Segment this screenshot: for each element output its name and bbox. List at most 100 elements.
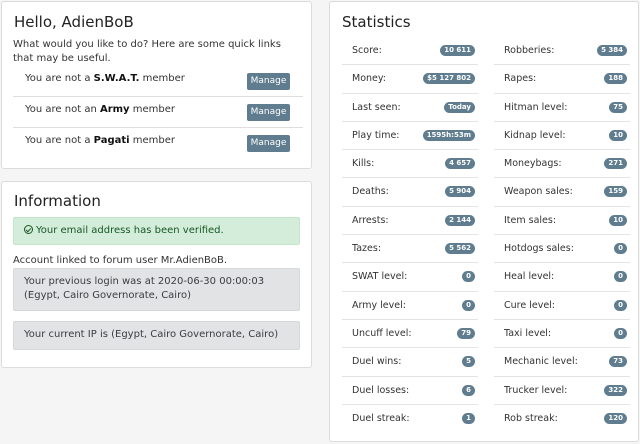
stat-value-badge: 0 [462,299,475,311]
stat-row: Rapes: 188 [494,65,630,94]
stat-row: Kidnap level: 10 [494,122,630,151]
stat-value-badge: 0 [614,243,627,255]
stat-label: Duel wins: [352,356,402,368]
stat-value-badge: 5 562 [445,243,475,255]
stat-row: Mechanic level: 73 [494,348,630,377]
stat-value-badge: 75 [609,101,627,113]
statistics-left-column: Score: 10 611 Money: $5 127 802 Last seen: To… [342,37,478,433]
stat-row: Play time: 1595h:53m [342,122,478,151]
stat-label: Trucker level: [504,384,568,396]
statistics-right-column: Robberies: 5 384 Rapes: 188 Hitman level: 75 K… [494,37,630,433]
membership-group: Pagati [93,135,130,146]
stat-row: Duel losses: 6 [342,377,478,405]
stat-row: Army level: 0 [342,292,478,320]
stat-row: Weapon sales: 159 [494,178,630,207]
stat-label: Taxi level: [504,327,552,339]
stat-row: Duel streak: 1 [342,405,478,433]
stat-row: Cure level: 0 [494,292,630,320]
stat-label: Mechanic level: [504,356,578,368]
membership-text: You are not a Pagati member [25,135,176,146]
email-verified-alert: Your email address has been verified. [13,217,300,245]
information-card: Information Your email address has been … [1,181,312,368]
membership-row-army: You are not an Army member Manage [13,97,303,128]
stat-label: SWAT level: [352,271,408,283]
stat-value-badge: 6 [462,384,475,396]
stat-value-badge: 0 [614,327,627,339]
stat-row: Tazes: 5 562 [342,235,478,264]
stat-label: Arrests: [352,214,389,226]
membership-text: You are not an Army member [25,104,176,115]
statistics-card: Statistics Score: 10 611 Money: $5 127 802 L… [329,1,639,442]
email-verified-text: Your email address has been verified. [36,225,224,236]
stat-value-badge: 5 [462,356,475,368]
hello-title: Hello, AdienBoB [14,13,134,31]
stat-row: Hitman level: 75 [494,94,630,122]
stat-label: Deaths: [352,186,389,198]
stat-label: Duel losses: [352,384,410,396]
stat-label: Play time: [352,129,400,141]
stat-value-badge: 322 [604,384,627,396]
check-circle-icon [24,225,33,234]
stat-value-badge: 188 [604,73,627,85]
stat-row: Rob streak: 120 [494,405,630,433]
stat-row: Duel wins: 5 [342,348,478,377]
stat-row: SWAT level: 0 [342,263,478,292]
stat-label: Money: [352,73,387,85]
stat-value-badge: 120 [604,412,627,424]
statistics-title: Statistics [342,13,411,31]
stat-row: Taxi level: 0 [494,320,630,349]
stat-label: Kills: [352,158,375,170]
membership-row-pagati: You are not a Pagati member Manage [13,128,303,159]
stat-label: Last seen: [352,101,401,113]
stat-value-badge: 0 [614,299,627,311]
hello-card: Hello, AdienBoB What would you like to d… [1,1,312,169]
stat-row: Heal level: 0 [494,263,630,292]
stat-row: Arrests: 2 144 [342,207,478,236]
membership-text: You are not a S.W.A.T. member [25,73,185,84]
manage-swat-button[interactable]: Manage [247,73,290,90]
stat-row: Money: $5 127 802 [342,65,478,94]
stat-label: Heal level: [504,271,555,283]
stat-value-badge: Today [444,101,475,113]
hello-intro: What would you like to do? Here are some… [13,39,281,64]
stat-row: Moneybags: 271 [494,150,630,179]
stat-label: Army level: [352,299,406,311]
stat-label: Weapon sales: [504,186,573,198]
stat-label: Cure level: [504,299,556,311]
stat-row: Deaths: 5 904 [342,178,478,207]
stat-label: Duel streak: [352,412,410,424]
stat-row: Uncuff level: 79 [342,320,478,349]
stat-label: Kidnap level: [504,129,566,141]
previous-login-box: Your previous login was at 2020-06-30 00… [13,268,300,311]
stat-value-badge: 1595h:53m [422,129,475,141]
manage-army-button[interactable]: Manage [247,104,290,121]
stat-value-badge: 73 [609,356,627,368]
stat-row: Last seen: Today [342,94,478,122]
stat-value-badge: 1 [462,412,475,424]
stat-label: Tazes: [352,243,382,255]
stat-label: Rob streak: [504,412,558,424]
stat-row: Score: 10 611 [342,37,478,66]
manage-pagati-button[interactable]: Manage [247,135,290,152]
information-title: Information [14,192,101,210]
stat-row: Item sales: 10 [494,207,630,236]
stat-label: Uncuff level: [352,327,412,339]
stat-value-badge: $5 127 802 [423,73,475,85]
stat-value-badge: 271 [604,158,627,170]
stat-value-badge: 79 [457,327,475,339]
stat-label: Score: [352,45,382,56]
membership-group: Army [99,104,130,115]
stat-label: Rapes: [504,73,537,85]
stat-value-badge: 10 611 [440,45,475,56]
membership-row-swat: You are not a S.W.A.T. member Manage [13,66,303,97]
stat-label: Hotdogs sales: [504,243,574,255]
stat-value-badge: 0 [462,271,475,283]
stat-value-badge: 2 144 [445,214,475,226]
stat-value-badge: 5 904 [445,186,475,198]
stat-value-badge: 10 [609,214,627,226]
stat-label: Robberies: [504,45,555,56]
stat-row: Robberies: 5 384 [494,37,630,66]
stat-value-badge: 159 [604,186,627,198]
membership-group: S.W.A.T. [93,73,140,84]
stat-row: Hotdogs sales: 0 [494,235,630,264]
